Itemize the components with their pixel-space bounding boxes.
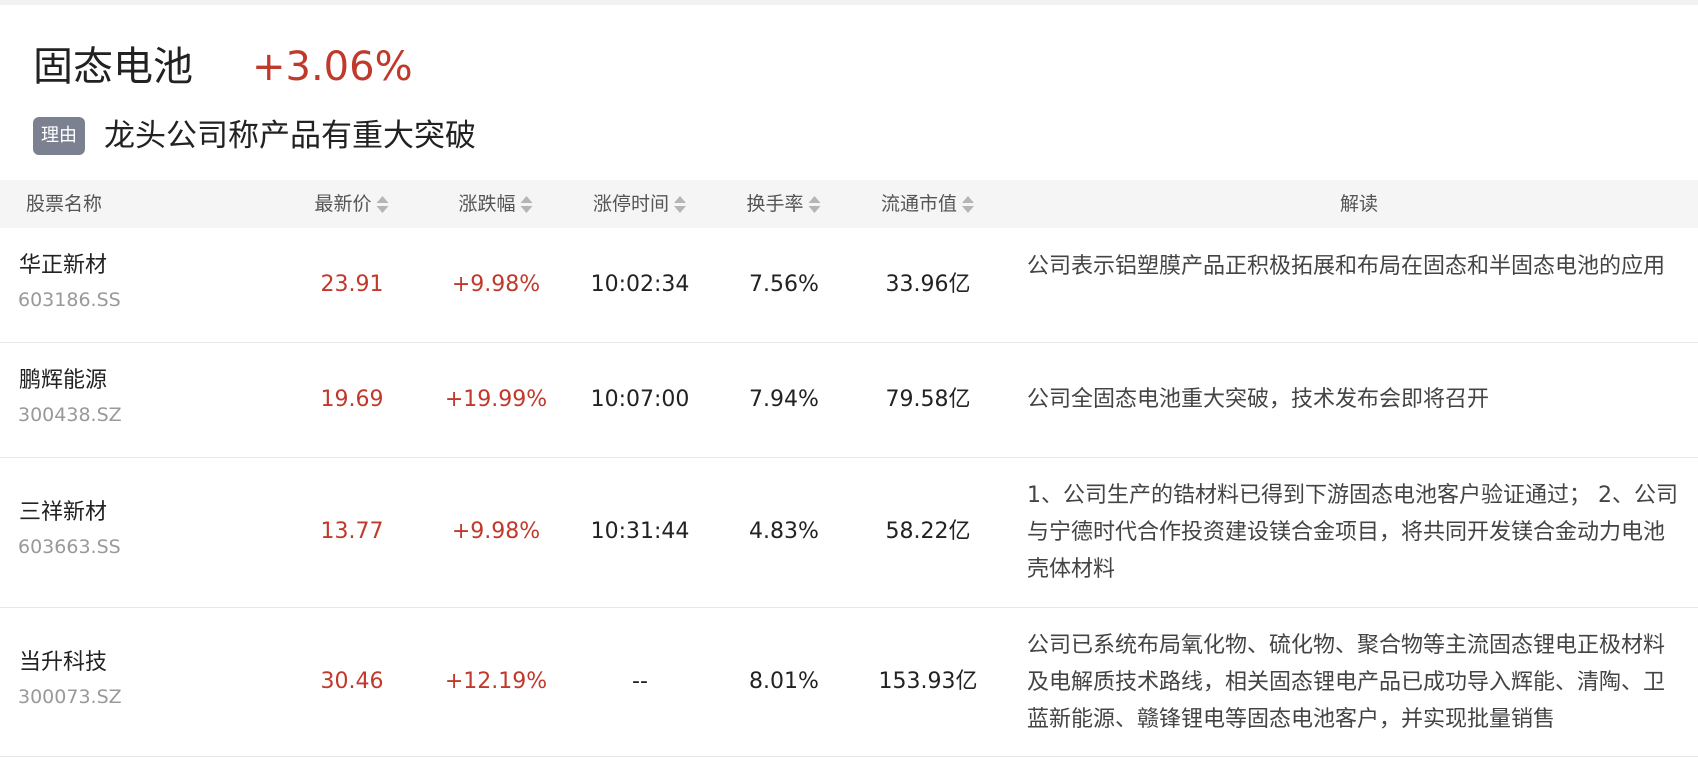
stock-price: 13.77 bbox=[320, 519, 384, 544]
table-row[interactable]: 当升科技 300073.SZ 30.46 +12.19% -- 8.01% 15… bbox=[0, 608, 1698, 757]
stock-interpretation: 公司表示铝塑膜产品正积极拓展和布局在固态和半固态电池的应用 bbox=[1027, 254, 1666, 279]
stock-name[interactable]: 三祥新材 bbox=[19, 498, 107, 528]
stock-change: +9.98% bbox=[451, 519, 541, 544]
stock-code: 300073.SZ bbox=[18, 686, 122, 708]
sector-title: 固态电池 bbox=[33, 44, 193, 90]
column-header-name-label: 股票名称 bbox=[26, 193, 103, 215]
stock-price: 30.46 bbox=[320, 669, 384, 694]
column-header-limit-time-label: 涨停时间 bbox=[592, 193, 670, 215]
sector-header: 固态电池 +3.06% 理由 龙头公司称产品有重大突破 bbox=[0, 5, 1698, 180]
stock-turnover: 7.94% bbox=[749, 387, 819, 412]
reason-tag: 理由 bbox=[33, 117, 85, 155]
stock-limit-time: 10:07:00 bbox=[590, 387, 690, 412]
column-header-market-cap[interactable]: 流通市值 bbox=[881, 180, 975, 228]
stock-code: 603186.SS bbox=[18, 289, 121, 311]
stock-limit-time: 10:31:44 bbox=[590, 519, 690, 544]
column-header-turnover[interactable]: 换手率 bbox=[746, 180, 821, 228]
sort-icon[interactable] bbox=[376, 195, 390, 215]
stock-code: 603663.SS bbox=[18, 536, 121, 558]
stock-turnover: 8.01% bbox=[749, 669, 819, 694]
stock-turnover: 4.83% bbox=[749, 519, 819, 544]
stock-market-cap: 79.58亿 bbox=[885, 387, 971, 412]
column-header-price[interactable]: 最新价 bbox=[314, 180, 389, 228]
stock-limit-time: -- bbox=[632, 669, 648, 694]
stock-name[interactable]: 华正新材 bbox=[19, 251, 107, 281]
stock-change: +9.98% bbox=[451, 272, 541, 297]
stock-change: +12.19% bbox=[444, 669, 548, 694]
sort-icon[interactable] bbox=[520, 195, 534, 215]
stock-market-cap: 33.96亿 bbox=[885, 272, 971, 297]
stock-turnover: 7.56% bbox=[749, 272, 819, 297]
stock-name[interactable]: 当升科技 bbox=[19, 648, 107, 678]
stock-interpretation: 1、公司生产的锆材料已得到下游固态电池客户验证通过； 2、公司与宁德时代合作投资… bbox=[1027, 483, 1678, 582]
sort-icon[interactable] bbox=[961, 195, 975, 215]
stock-interpretation: 公司全固态电池重大突破，技术发布会即将召开 bbox=[1027, 387, 1490, 412]
table-row[interactable]: 三祥新材 603663.SS 13.77 +9.98% 10:31:44 4.8… bbox=[0, 458, 1698, 608]
column-header-interpretation: 解读 bbox=[1340, 180, 1378, 228]
stock-market-cap: 153.93亿 bbox=[878, 669, 978, 694]
column-header-price-label: 最新价 bbox=[314, 193, 372, 215]
stock-code: 300438.SZ bbox=[18, 404, 122, 426]
stock-change: +19.99% bbox=[444, 387, 548, 412]
stock-limit-time: 10:02:34 bbox=[590, 272, 690, 297]
column-header-turnover-label: 换手率 bbox=[746, 193, 804, 215]
column-header-interpretation-label: 解读 bbox=[1339, 193, 1379, 215]
stock-price: 23.91 bbox=[320, 272, 384, 297]
table-header: 股票名称 最新价 涨跌幅 涨停时间 换手率 流通市值 解读 bbox=[0, 180, 1698, 228]
column-header-name: 股票名称 bbox=[26, 180, 102, 228]
stock-name[interactable]: 鹏辉能源 bbox=[19, 366, 107, 396]
column-header-change[interactable]: 涨跌幅 bbox=[458, 180, 533, 228]
reason-text: 龙头公司称产品有重大突破 bbox=[104, 118, 476, 154]
table-row[interactable]: 华正新材 603186.SS 23.91 +9.98% 10:02:34 7.5… bbox=[0, 228, 1698, 343]
stock-market-cap: 58.22亿 bbox=[885, 519, 971, 544]
column-header-limit-time[interactable]: 涨停时间 bbox=[593, 180, 687, 228]
sort-icon[interactable] bbox=[808, 195, 822, 215]
stock-interpretation: 公司已系统布局氧化物、硫化物、聚合物等主流固态锂电正极材料及电解质技术路线，相关… bbox=[1027, 633, 1666, 732]
column-header-change-label: 涨跌幅 bbox=[458, 193, 516, 215]
column-header-market-cap-label: 流通市值 bbox=[880, 193, 958, 215]
stock-price: 19.69 bbox=[320, 387, 384, 412]
table-row[interactable]: 鹏辉能源 300438.SZ 19.69 +19.99% 10:07:00 7.… bbox=[0, 343, 1698, 458]
sort-icon[interactable] bbox=[673, 195, 687, 215]
sector-change: +3.06% bbox=[252, 44, 413, 90]
